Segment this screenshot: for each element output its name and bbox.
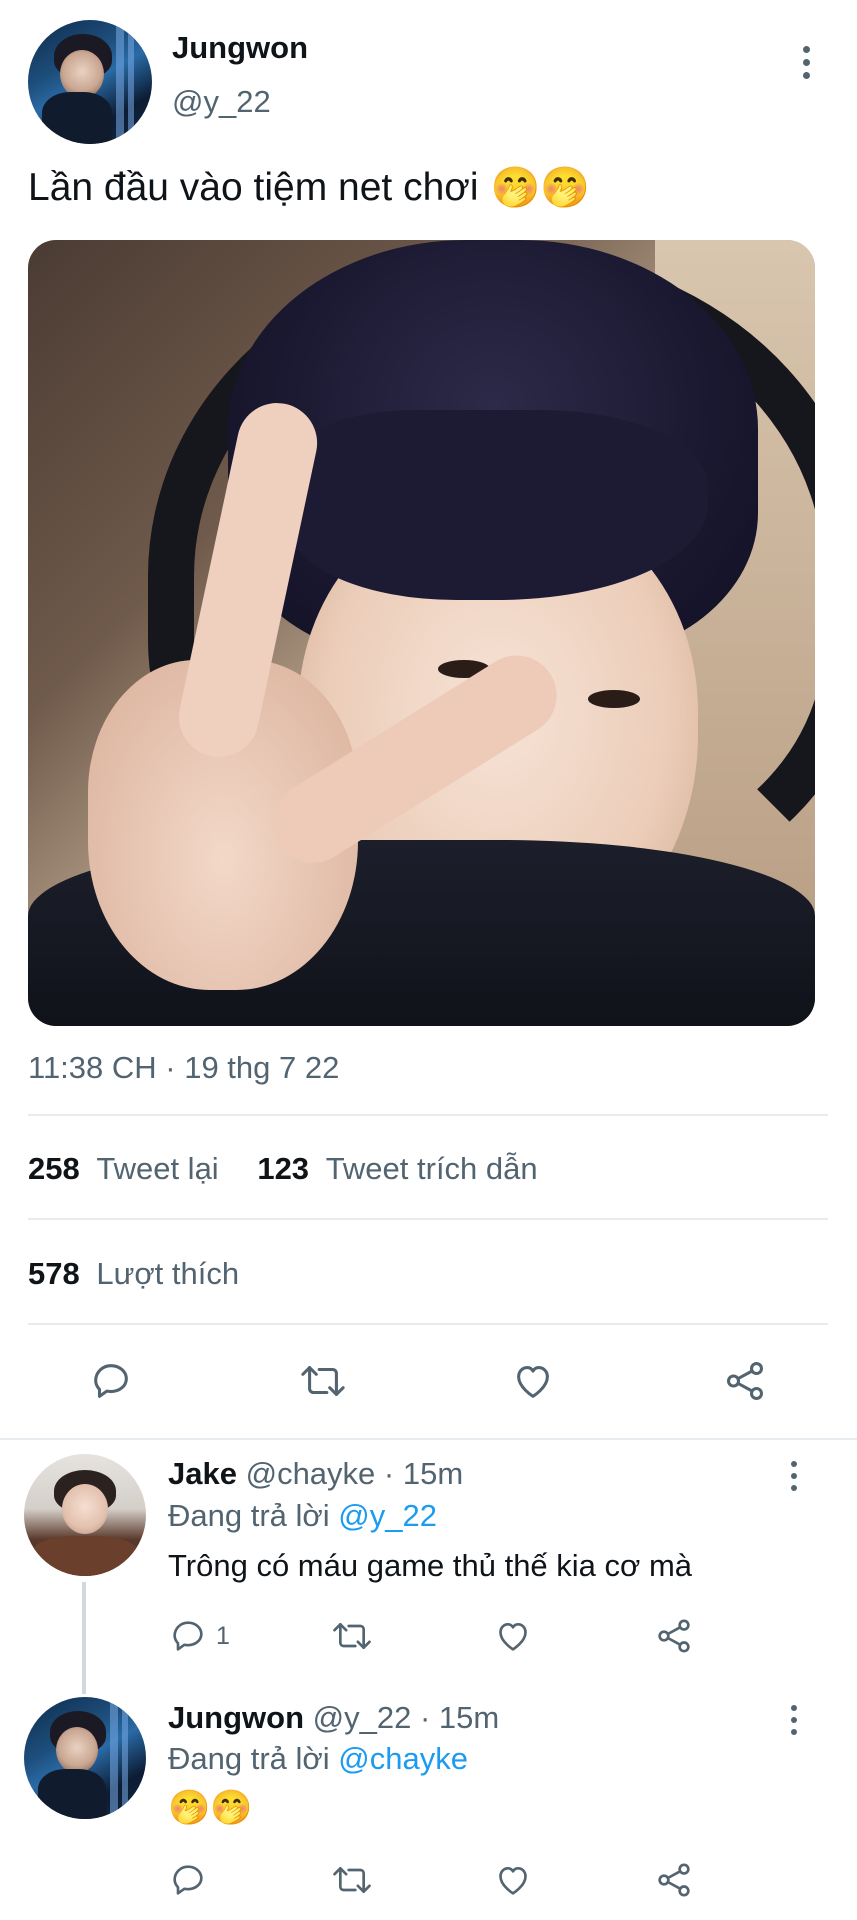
reply-author-name[interactable]: Jungwon [168,1700,304,1735]
quotes-stat[interactable]: 123 Tweet trích dẫn [257,1151,537,1186]
reply-author-name[interactable]: Jake [168,1456,237,1491]
share-icon [658,1863,690,1897]
reply-icon [173,1621,203,1651]
reply-avatar[interactable] [24,1697,146,1819]
share-icon [658,1619,690,1653]
reply-text: 🤭🤭 [168,1789,253,1827]
share-button[interactable] [654,1616,694,1656]
quotes-label: Tweet trích dẫn [325,1151,538,1186]
tweet-emoji: 🤭🤭 [490,166,591,210]
retweet-button[interactable] [330,1616,374,1656]
thread-connector-line [82,1582,86,1694]
heart-icon [499,1623,527,1651]
like-button[interactable] [492,1616,534,1656]
retweets-count: 258 [28,1151,80,1186]
reply-text: Trông có máu game thủ thế kia cơ mà [168,1548,693,1583]
reply-icon [94,1364,128,1398]
replying-prefix: Đang trả lời [168,1498,330,1533]
author-handle[interactable]: @y_22 [172,84,271,120]
replying-prefix: Đang trả lời [168,1741,330,1776]
like-button[interactable] [509,1358,557,1404]
retweet-button[interactable] [297,1358,349,1404]
reply-button[interactable] [168,1860,208,1900]
share-icon [726,1362,764,1400]
divider [28,1323,828,1325]
reply-header: Jungwon @y_22 · 15m [168,1700,499,1736]
retweet-icon [301,1366,345,1396]
retweet-icon [333,1867,371,1893]
divider [0,1438,857,1440]
reply-button[interactable]: 1 [168,1616,230,1656]
reply-time[interactable]: · 15m [384,1456,463,1491]
replying-to-mention[interactable]: @chayke [338,1741,468,1776]
share-button[interactable] [654,1860,694,1900]
quotes-count: 123 [257,1151,310,1186]
replying-to-line: Đang trả lời @y_22 [168,1498,437,1534]
more-vertical-icon[interactable] [789,1461,799,1491]
reply-avatar[interactable] [24,1454,146,1576]
author-avatar[interactable] [28,20,152,144]
reply-icon [173,1865,203,1895]
likes-label: Lượt thích [96,1256,240,1291]
heart-icon [499,1867,527,1895]
more-vertical-icon[interactable] [789,1705,799,1735]
like-button[interactable] [492,1860,534,1900]
tweet-photo[interactable] [28,240,815,1026]
reply-count: 1 [216,1621,230,1650]
reply-button[interactable] [88,1358,134,1404]
replying-to-mention[interactable]: @y_22 [338,1498,437,1533]
stats-row: 258 Tweet lại 123 Tweet trích dẫn [28,1151,538,1187]
replying-to-line: Đang trả lời @chayke [168,1741,468,1777]
retweet-button[interactable] [330,1860,374,1900]
divider [28,1218,828,1220]
retweets-stat[interactable]: 258 Tweet lại [28,1151,227,1186]
more-vertical-icon[interactable] [801,46,811,79]
tweet-text: Lần đầu vào tiệm net chơi [28,165,479,209]
retweets-label: Tweet lại [96,1151,219,1186]
heart-icon [517,1366,549,1398]
tweet-timestamp[interactable]: 11:38 CH · 19 thg 7 22 [28,1050,339,1086]
retweet-icon [333,1623,371,1649]
author-name[interactable]: Jungwon [172,30,308,66]
share-button[interactable] [722,1358,768,1404]
reply-header: Jake @chayke · 15m [168,1456,463,1492]
likes-stat[interactable]: 578 Lượt thích [28,1256,239,1292]
divider [28,1114,828,1116]
reply-time[interactable]: · 15m [420,1700,499,1735]
reply-author-handle[interactable]: @chayke [246,1456,376,1491]
likes-count: 578 [28,1256,80,1291]
tweet-text-row: Lần đầu vào tiệm net chơi 🤭🤭 [28,164,590,211]
reply-author-handle[interactable]: @y_22 [313,1700,412,1735]
